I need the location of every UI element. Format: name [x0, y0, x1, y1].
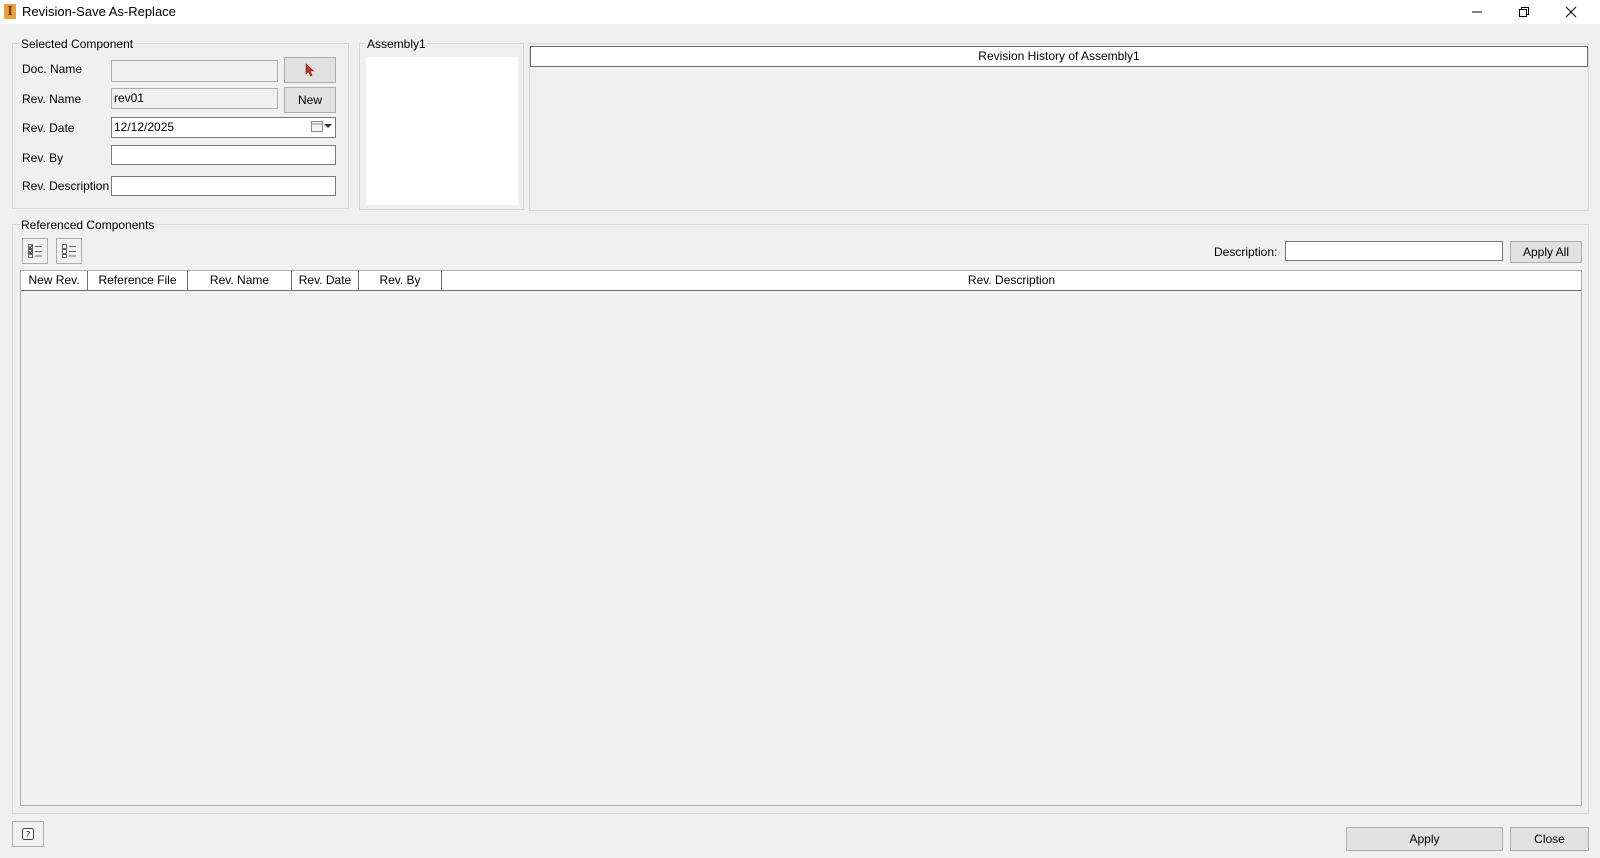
column-header-reference-file[interactable]: Reference File: [88, 271, 188, 290]
assembly-preview-label: Assembly1: [366, 37, 427, 51]
minimize-button[interactable]: [1454, 0, 1500, 24]
revision-history-header: Revision History of Assembly1: [530, 46, 1588, 67]
assembly-preview-image: [366, 57, 518, 205]
help-button[interactable]: ?: [12, 821, 44, 847]
description-field[interactable]: [1285, 241, 1503, 261]
rev-date-value: 12/12/2025: [114, 120, 175, 134]
apply-all-button[interactable]: Apply All: [1510, 241, 1582, 263]
rev-date-label: Rev. Date: [22, 121, 75, 135]
check-all-button[interactable]: [22, 238, 48, 264]
minimize-icon: [1472, 11, 1482, 13]
apply-button[interactable]: Apply: [1346, 827, 1503, 851]
chevron-down-icon: [324, 124, 332, 128]
rev-by-field[interactable]: [111, 145, 336, 165]
new-rev-name-button[interactable]: New: [284, 87, 336, 113]
close-button[interactable]: Close: [1510, 827, 1589, 851]
description-label: Description:: [1214, 245, 1278, 259]
restore-icon: [1519, 7, 1529, 17]
check-all-icon: [28, 244, 42, 258]
table-header: New Rev. Reference File Rev. Name Rev. D…: [21, 271, 1581, 291]
doc-name-field[interactable]: [111, 60, 278, 82]
pick-component-button[interactable]: [284, 57, 336, 83]
restore-button[interactable]: [1501, 0, 1547, 24]
column-header-rev-description[interactable]: Rev. Description: [442, 271, 1581, 290]
referenced-components-table[interactable]: New Rev. Reference File Rev. Name Rev. D…: [20, 270, 1582, 806]
window-title: Revision-Save As-Replace: [22, 4, 176, 19]
uncheck-all-button[interactable]: [56, 238, 82, 264]
column-header-rev-date[interactable]: Rev. Date: [292, 271, 359, 290]
referenced-components-label: Referenced Components: [20, 218, 156, 232]
cursor-arrow-icon: [305, 63, 315, 77]
close-window-button[interactable]: [1548, 0, 1594, 24]
rev-description-field[interactable]: [111, 176, 336, 196]
help-icon: ?: [22, 828, 34, 841]
rev-name-label: Rev. Name: [22, 92, 82, 106]
uncheck-all-icon: [62, 244, 76, 258]
title-bar: I Revision-Save As-Replace: [0, 0, 1600, 24]
rev-name-field[interactable]: rev01: [111, 88, 278, 109]
rev-date-picker[interactable]: 12/12/2025: [111, 117, 336, 138]
column-header-new-rev[interactable]: New Rev.: [21, 271, 88, 290]
rev-description-label: Rev. Description: [22, 179, 110, 193]
revision-history-panel: [529, 43, 1589, 211]
svg-text:?: ?: [26, 831, 31, 841]
selected-component-label: Selected Component: [20, 37, 135, 51]
close-icon: [1565, 6, 1577, 18]
calendar-dropdown-icon[interactable]: [311, 120, 332, 132]
column-header-rev-by[interactable]: Rev. By: [359, 271, 442, 290]
calendar-icon: [311, 121, 323, 132]
rev-by-label: Rev. By: [22, 151, 64, 165]
doc-name-label: Doc. Name: [22, 62, 83, 76]
column-header-rev-name[interactable]: Rev. Name: [188, 271, 292, 290]
app-icon: I: [4, 4, 16, 19]
